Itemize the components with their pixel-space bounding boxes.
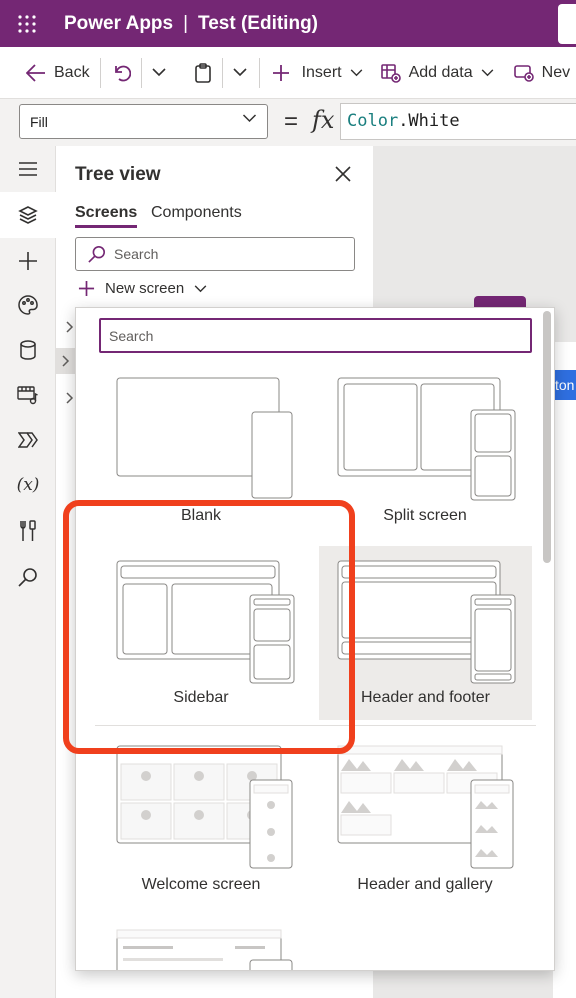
- plus-icon: [272, 64, 289, 81]
- layers-icon[interactable]: [0, 192, 56, 238]
- power-automate-icon[interactable]: [0, 417, 56, 463]
- hamburger-icon[interactable]: [0, 146, 56, 192]
- media-icon[interactable]: [0, 372, 56, 418]
- formula-keyword: Color: [347, 111, 399, 131]
- divider: [258, 57, 260, 88]
- chevron-down-icon: [350, 68, 362, 76]
- fx-icon: fx: [312, 106, 335, 134]
- layout-search-input[interactable]: Search: [99, 318, 532, 353]
- search-icon[interactable]: [0, 554, 56, 600]
- tree-search-input[interactable]: Search: [75, 237, 355, 271]
- canvas-screen[interactable]: [553, 342, 576, 998]
- variables-icon[interactable]: (x): [0, 462, 56, 508]
- chevron-right-icon[interactable]: [56, 348, 76, 374]
- title-bar: Power Apps | Test (Editing): [0, 0, 576, 47]
- database-icon[interactable]: [0, 327, 56, 373]
- paste-menu-button[interactable]: [233, 47, 247, 99]
- new-screen-label: New screen: [105, 280, 185, 297]
- add-data-button[interactable]: Add data: [380, 47, 494, 99]
- tab-screens[interactable]: Screens: [75, 204, 138, 228]
- tab-components[interactable]: Components: [151, 204, 242, 222]
- title-separator: |: [183, 12, 189, 34]
- close-icon[interactable]: [335, 166, 351, 187]
- property-value: Fill: [30, 113, 48, 130]
- search-icon: [88, 245, 106, 263]
- undo-button[interactable]: [113, 47, 131, 99]
- property-dropdown[interactable]: Fill: [19, 104, 268, 139]
- chevron-down-icon: [242, 114, 257, 123]
- tools-icon[interactable]: [0, 508, 56, 554]
- app-name: Power Apps: [64, 12, 174, 34]
- tree-view-title: Tree view: [75, 164, 161, 185]
- canvas-button-label: ton: [555, 377, 575, 393]
- canvas-button[interactable]: ton: [553, 370, 576, 400]
- divider: [99, 57, 101, 88]
- add-data-icon: [380, 63, 401, 83]
- insert-label: Insert: [301, 63, 342, 81]
- paste-button[interactable]: [194, 47, 212, 99]
- back-label: Back: [54, 63, 90, 81]
- chevron-down-icon: [152, 68, 166, 77]
- insert-button[interactable]: Insert: [272, 47, 363, 99]
- new-screen-button[interactable]: Nev: [513, 47, 571, 99]
- add-data-label: Add data: [408, 63, 473, 81]
- chevron-down-icon: [233, 68, 247, 77]
- divider: [140, 57, 142, 88]
- split-screen-thumbnail: [337, 377, 516, 501]
- new-screen-icon: [513, 64, 534, 82]
- left-rail: (x): [0, 146, 56, 998]
- header-and-gallery-thumbnail: [337, 745, 514, 869]
- undo-icon: [114, 65, 131, 81]
- layout-welcome-screen[interactable]: Welcome screen: [95, 731, 307, 905]
- clipboard-icon: [194, 62, 211, 83]
- formula-input[interactable]: Color.White: [340, 103, 576, 140]
- plus-icon: [78, 280, 95, 297]
- palette-icon[interactable]: [0, 282, 56, 328]
- tree-search-placeholder: Search: [114, 246, 159, 262]
- undo-menu-button[interactable]: [152, 47, 166, 99]
- layout-search-placeholder: Search: [109, 328, 154, 344]
- layout-label: Welcome screen: [141, 876, 261, 893]
- app-title: Power Apps | Test (Editing): [64, 13, 318, 35]
- back-arrow-icon: [26, 63, 45, 82]
- blank-thumbnail: [116, 377, 293, 499]
- new-label: Nev: [541, 63, 571, 81]
- chevron-down-icon: [481, 68, 493, 76]
- document-name: Test (Editing): [198, 12, 318, 34]
- divider: [221, 57, 223, 88]
- new-screen-menu-button[interactable]: New screen: [78, 280, 207, 297]
- back-button[interactable]: Back: [26, 47, 90, 99]
- layout-header-and-gallery[interactable]: Header and gallery: [319, 731, 531, 905]
- chevron-down-icon: [194, 284, 207, 292]
- command-bar: Back Insert Add data Nev: [0, 47, 576, 99]
- layout-form-partial[interactable]: [95, 918, 307, 970]
- equals-sign: =: [284, 108, 299, 135]
- layout-label: Header and gallery: [357, 876, 493, 893]
- form-thumbnail: [116, 929, 293, 970]
- title-right-control[interactable]: [558, 4, 576, 44]
- formula-rest: .White: [398, 111, 460, 131]
- highlight-annotation: [63, 500, 355, 754]
- scrollbar[interactable]: [543, 311, 551, 563]
- waffle-icon[interactable]: [0, 0, 54, 47]
- plus-icon[interactable]: [0, 238, 56, 284]
